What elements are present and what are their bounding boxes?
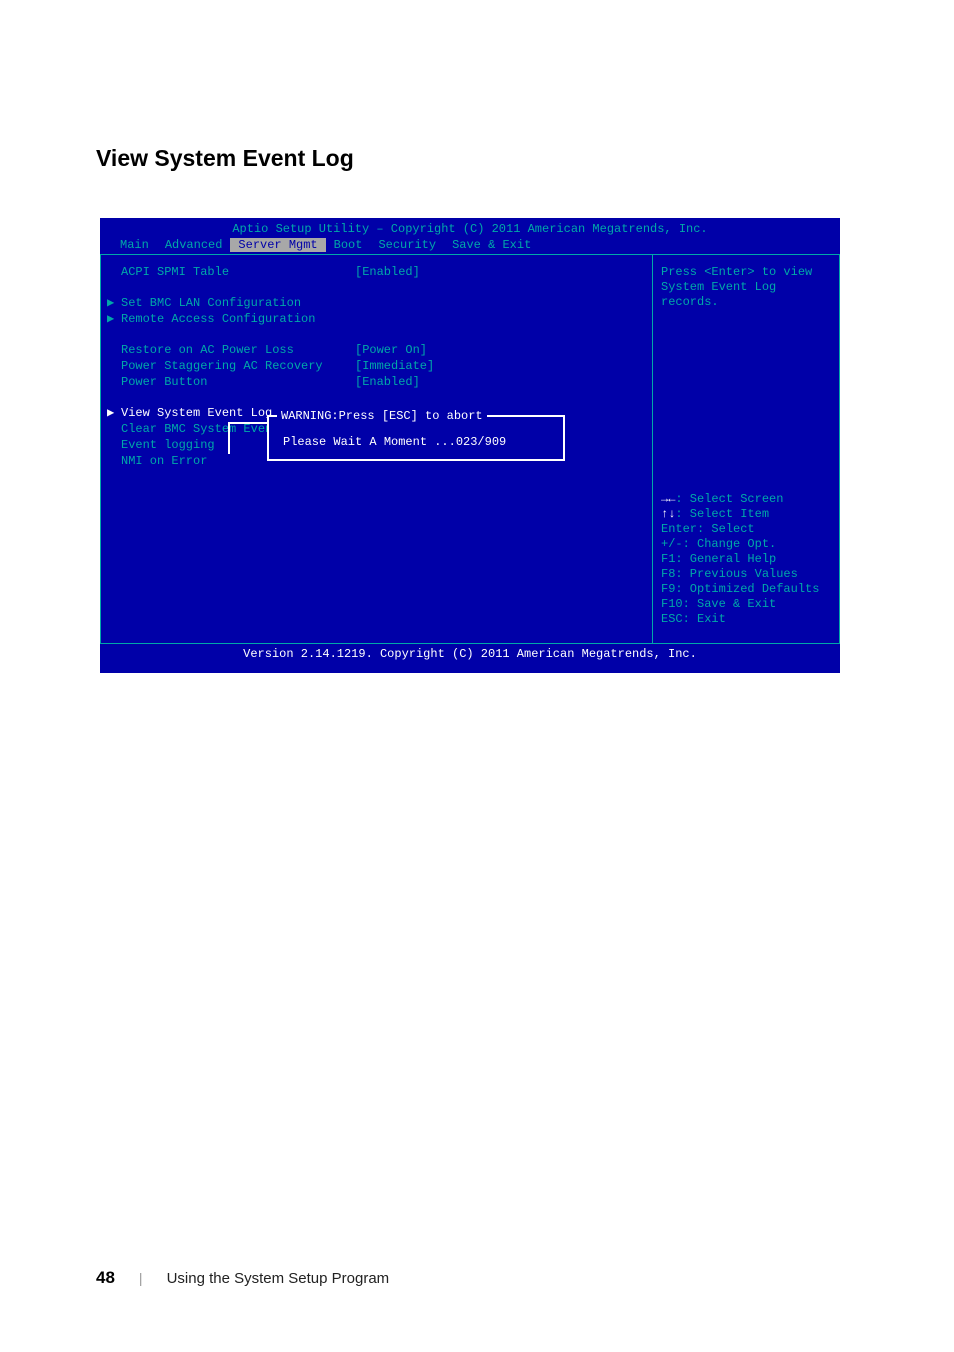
bios-help-pane: Press <Enter> to view System Event Log r… bbox=[653, 255, 840, 644]
help-key-row: F1: General Help bbox=[661, 552, 831, 567]
opt-label: Restore on AC Power Loss bbox=[107, 343, 355, 358]
help-key-row: +/-: Change Opt. bbox=[661, 537, 831, 552]
help-key-row: Enter: Select bbox=[661, 522, 831, 537]
opt-set-bmc-lan[interactable]: ▶Set BMC LAN Configuration bbox=[107, 296, 642, 311]
opt-label: ACPI SPMI Table bbox=[107, 265, 355, 280]
bios-screenshot: Aptio Setup Utility – Copyright (C) 2011… bbox=[100, 218, 840, 673]
page-footer: 48 | Using the System Setup Program bbox=[96, 1268, 389, 1288]
bios-footer: Version 2.14.1219. Copyright (C) 2011 Am… bbox=[100, 644, 840, 664]
help-key-row: F8: Previous Values bbox=[661, 567, 831, 582]
bios-left-pane: ACPI SPMI Table [Enabled] ▶Set BMC LAN C… bbox=[100, 255, 653, 644]
opt-value: [Enabled] bbox=[355, 265, 420, 280]
opt-value: [Immediate] bbox=[355, 359, 434, 374]
opt-label: Power Button bbox=[107, 375, 355, 390]
popup-message: Please Wait A Moment ...023/909 bbox=[281, 435, 551, 449]
help-description: Press <Enter> to view System Event Log r… bbox=[661, 265, 831, 310]
bios-main-area: ACPI SPMI Table [Enabled] ▶Set BMC LAN C… bbox=[100, 254, 840, 644]
submenu-arrow-icon: ▶ bbox=[107, 296, 121, 311]
opt-power-button[interactable]: Power Button [Enabled] bbox=[107, 375, 642, 390]
help-key-row: →←: Select Screen bbox=[661, 492, 831, 507]
opt-label: Power Staggering AC Recovery bbox=[107, 359, 355, 374]
page-title: View System Event Log bbox=[96, 145, 354, 172]
opt-value: [Enabled] bbox=[355, 375, 420, 390]
help-keys: →←: Select Screen ↑↓: Select Item Enter:… bbox=[661, 492, 831, 627]
help-key-row: F10: Save & Exit bbox=[661, 597, 831, 612]
menu-security[interactable]: Security bbox=[370, 238, 444, 252]
popup-title: WARNING:Press [ESC] to abort bbox=[277, 409, 487, 423]
submenu-arrow-icon: ▶ bbox=[107, 406, 121, 421]
menu-main[interactable]: Main bbox=[112, 238, 157, 252]
menu-advanced[interactable]: Advanced bbox=[157, 238, 231, 252]
bios-menu-bar: Main Advanced Server Mgmt Boot Security … bbox=[100, 238, 840, 252]
opt-label: ▶Remote Access Configuration bbox=[107, 312, 355, 327]
opt-remote-access[interactable]: ▶Remote Access Configuration bbox=[107, 312, 642, 327]
footer-divider: | bbox=[139, 1270, 143, 1286]
opt-restore-ac[interactable]: Restore on AC Power Loss [Power On] bbox=[107, 343, 642, 358]
help-key-row: ↑↓: Select Item bbox=[661, 507, 831, 522]
menu-save-exit[interactable]: Save & Exit bbox=[444, 238, 539, 252]
opt-power-staggering[interactable]: Power Staggering AC Recovery [Immediate] bbox=[107, 359, 642, 374]
help-key-row: F9: Optimized Defaults bbox=[661, 582, 831, 597]
opt-label: ▶Set BMC LAN Configuration bbox=[107, 296, 355, 311]
menu-server-mgmt[interactable]: Server Mgmt bbox=[230, 238, 325, 252]
page-number: 48 bbox=[96, 1268, 115, 1288]
bios-header: Aptio Setup Utility – Copyright (C) 2011… bbox=[100, 218, 840, 238]
opt-acpi-spmi[interactable]: ACPI SPMI Table [Enabled] bbox=[107, 265, 642, 280]
popup-connector-line bbox=[228, 422, 270, 454]
submenu-arrow-icon: ▶ bbox=[107, 312, 121, 327]
footer-text: Using the System Setup Program bbox=[167, 1270, 390, 1287]
warning-popup: WARNING:Press [ESC] to abort Please Wait… bbox=[267, 415, 565, 461]
menu-boot[interactable]: Boot bbox=[326, 238, 371, 252]
help-key-row: ESC: Exit bbox=[661, 612, 831, 627]
opt-value: [Power On] bbox=[355, 343, 427, 358]
